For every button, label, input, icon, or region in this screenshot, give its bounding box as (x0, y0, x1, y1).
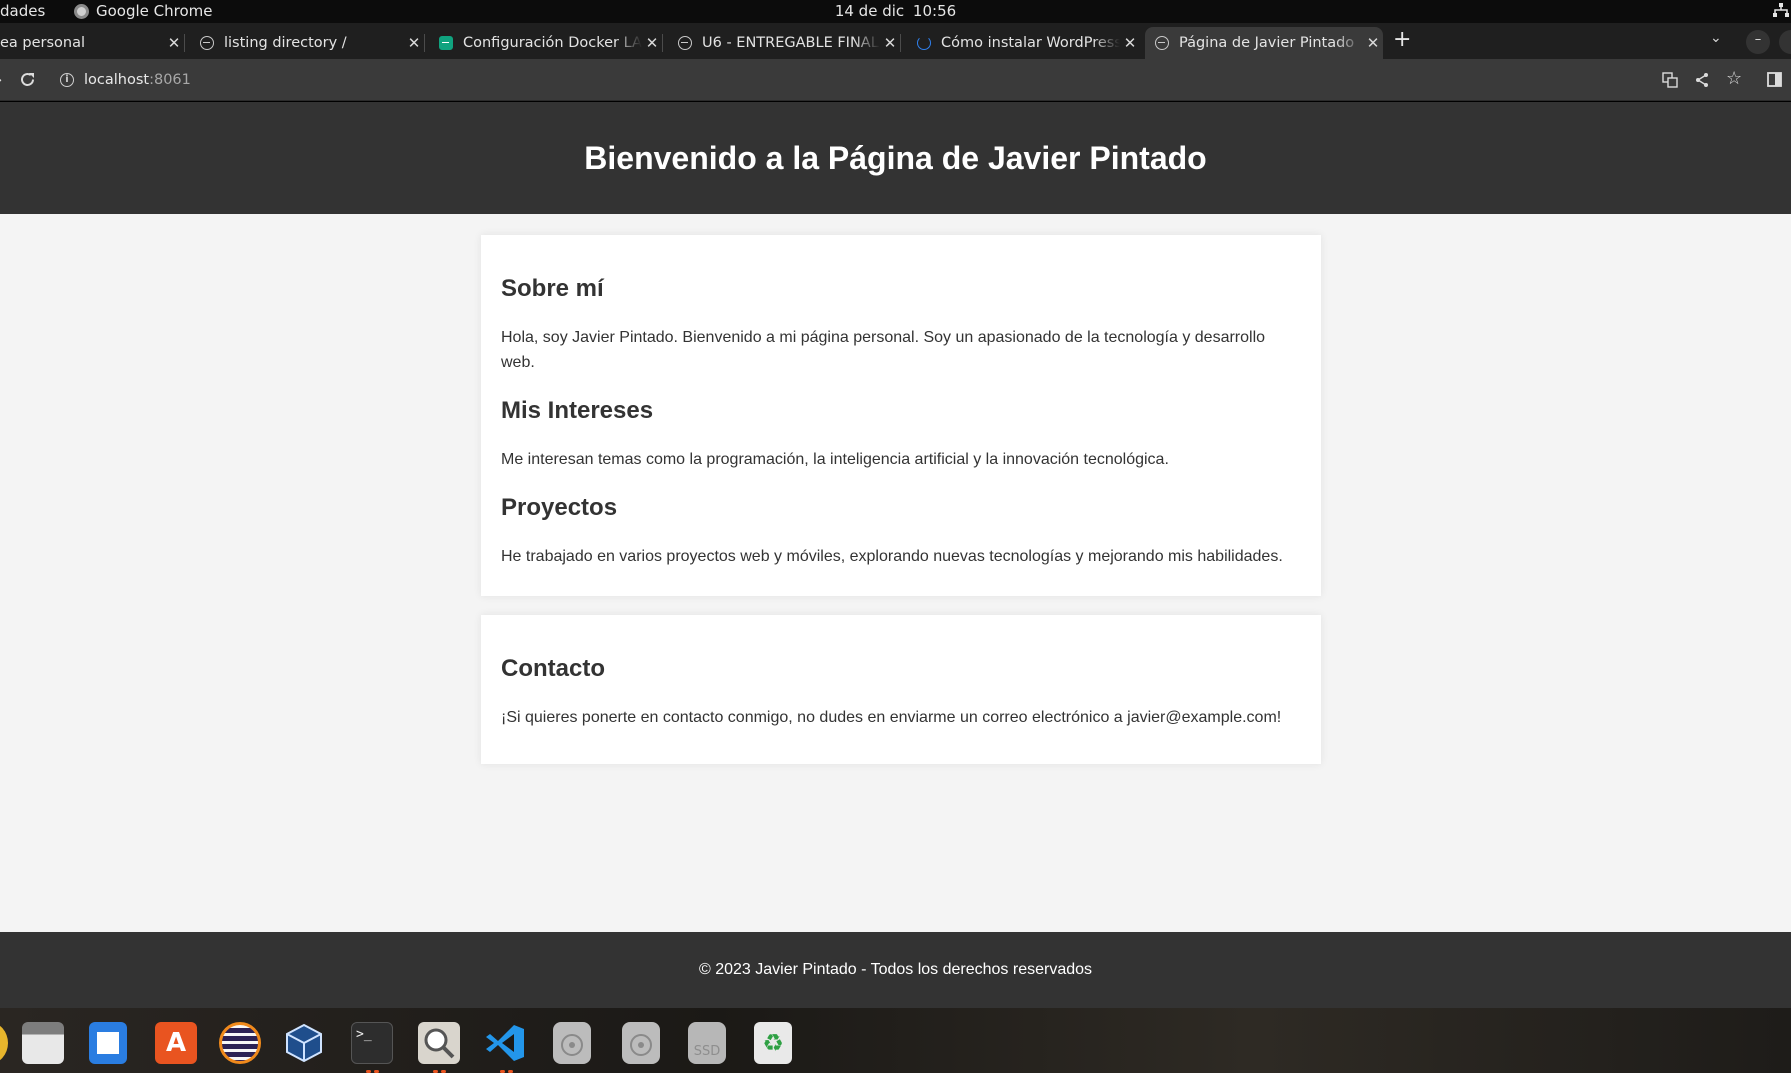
tab-title: Página de Javier Pintado (1179, 35, 1355, 51)
tab-javier-pintado[interactable]: Página de Javier Pintado ✕ (1145, 27, 1383, 59)
close-tab-icon[interactable]: ✕ (642, 34, 662, 52)
interests-heading: Mis Intereses (501, 397, 654, 424)
contact-text: ¡Si quieres ponerte en contacto conmigo,… (501, 709, 1282, 726)
close-tab-icon[interactable]: ✕ (404, 34, 424, 52)
close-tab-icon[interactable]: ✕ (164, 34, 184, 52)
globe-icon (678, 36, 692, 50)
close-tab-icon[interactable]: ✕ (880, 34, 900, 52)
forward-icon[interactable]: › (0, 70, 2, 89)
chatgpt-icon (439, 36, 453, 50)
loading-icon (917, 36, 931, 50)
new-tab-button[interactable]: + (1393, 28, 1411, 52)
tab-listing-directory[interactable]: listing directory / ✕ (190, 27, 425, 59)
side-panel-icon[interactable] (1767, 72, 1782, 87)
reload-icon[interactable] (19, 71, 36, 88)
about-section: Sobre mí Hola, soy Javier Pintado. Bienv… (481, 235, 1321, 596)
disc-icon[interactable] (622, 1022, 660, 1064)
vscode-icon[interactable] (484, 1022, 526, 1064)
about-text: Hola, soy Javier Pintado. Bienvenido a m… (501, 329, 1266, 371)
translate-icon[interactable] (1662, 72, 1678, 88)
trash-icon[interactable]: ♻ (754, 1022, 792, 1064)
ssd-label: SSD (693, 1044, 721, 1059)
url-port: :8061 (149, 72, 191, 88)
minimize-window-button[interactable]: – (1746, 30, 1770, 54)
virtualbox-icon[interactable] (283, 1022, 325, 1064)
site-info-icon[interactable]: i (60, 73, 74, 87)
system-top-bar: dades Google Chrome 14 de dic 10:56 (0, 0, 1791, 23)
clock[interactable]: 14 de dic 10:56 (0, 2, 1791, 20)
contact-heading: Contacto (501, 655, 605, 682)
tab-title: U6 - ENTREGABLE FINAL (702, 35, 879, 51)
page-footer: © 2023 Javier Pintado - Todos los derech… (0, 932, 1791, 1008)
page-title: Bienvenido a la Página de Javier Pintado (584, 140, 1207, 176)
tab-strip: ea personal ✕ listing directory / ✕ Conf… (0, 23, 1791, 59)
chrome-icon[interactable] (0, 1022, 8, 1064)
web-page: Bienvenido a la Página de Javier Pintado… (0, 102, 1791, 1008)
bookmark-star-icon[interactable]: ☆ (1726, 68, 1742, 89)
tab-search-chevron-icon[interactable]: ⌄ (1710, 30, 1722, 46)
files-icon[interactable] (22, 1022, 64, 1064)
interests-text: Me interesan temas como la programación,… (501, 451, 1169, 468)
tab-title: Configuración Docker LAMP (463, 35, 642, 51)
clock-time: 10:56 (912, 2, 957, 20)
tab-title: listing directory / (224, 35, 347, 51)
tab-title: Cómo instalar WordPress (941, 35, 1120, 51)
contact-section: Contacto ¡Si quieres ponerte en contacto… (481, 615, 1321, 764)
terminal-icon[interactable]: >_ (351, 1022, 393, 1064)
browser-toolbar: › i localhost:8061 ☆ (0, 59, 1791, 101)
dock: A >_ SSD ♻ (0, 1008, 1791, 1073)
close-tab-icon[interactable]: ✕ (1120, 34, 1140, 52)
page-header: Bienvenido a la Página de Javier Pintado (0, 102, 1791, 214)
tab-docker-config[interactable]: Configuración Docker LAMP ✕ (429, 27, 663, 59)
close-tab-icon[interactable]: ✕ (1363, 34, 1383, 52)
tab-personal[interactable]: ea personal ✕ (0, 27, 185, 59)
clock-date: 14 de dic (834, 2, 905, 20)
ssd-drive-icon[interactable]: SSD (688, 1022, 726, 1064)
eclipse-icon[interactable] (219, 1022, 261, 1064)
share-icon[interactable] (1694, 72, 1710, 88)
url-host: localhost (84, 72, 150, 88)
image-viewer-icon[interactable] (418, 1022, 460, 1064)
globe-icon (200, 36, 214, 50)
disc-icon[interactable] (553, 1022, 591, 1064)
projects-text: He trabajado en varios proyectos web y m… (501, 548, 1283, 565)
tab-wordpress[interactable]: Cómo instalar WordPress ✕ (907, 27, 1140, 59)
about-heading: Sobre mí (501, 275, 604, 302)
projects-heading: Proyectos (501, 494, 618, 521)
address-bar[interactable]: i localhost:8061 (48, 64, 1648, 96)
writer-icon[interactable] (89, 1022, 127, 1064)
app-center-icon[interactable]: A (155, 1022, 197, 1064)
globe-icon (1155, 36, 1169, 50)
tab-u6-entregable[interactable]: U6 - ENTREGABLE FINAL ✕ (668, 27, 901, 59)
network-icon[interactable] (1773, 3, 1789, 18)
tab-title: ea personal (0, 35, 86, 51)
